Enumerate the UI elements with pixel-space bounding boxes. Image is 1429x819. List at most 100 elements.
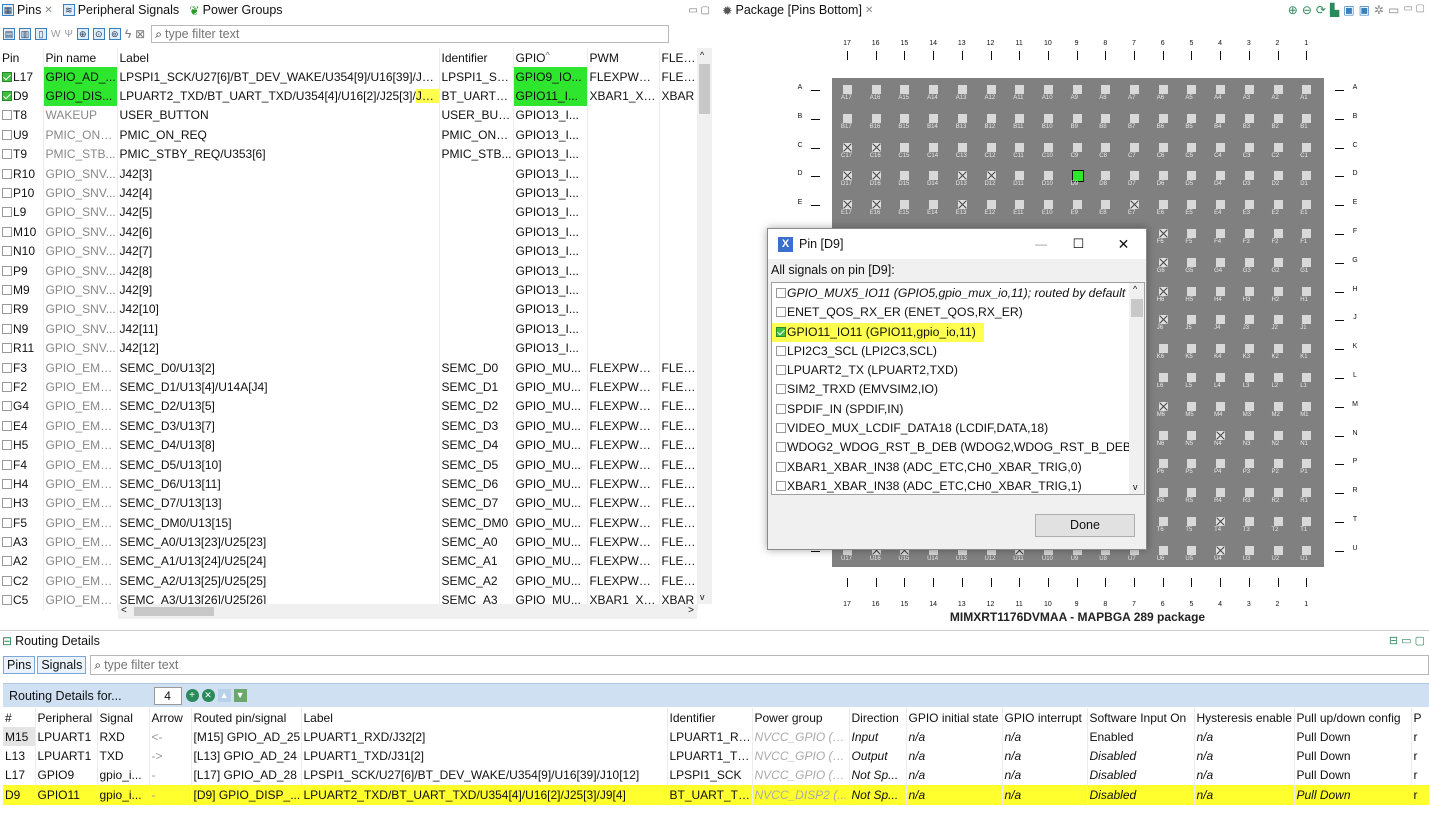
pins-row[interactable]: L17 GPIO_AD_... LPSPI1_SCK/U27[6]/BT_DEV_W… <box>0 67 698 87</box>
dialog-maximize-icon[interactable]: ☐ <box>1056 236 1101 252</box>
routing-col[interactable]: Signal <box>97 708 150 727</box>
close-icon[interactable]: ✕ <box>44 5 52 16</box>
minimize-maximize-icon[interactable]: ▭ ▢ <box>688 5 716 16</box>
pin-checkbox[interactable] <box>2 595 12 606</box>
pins-row[interactable]: H4 GPIO_EMC... SEMC_D6/U13[11] SEMC_D6 GPIO_… <box>0 474 698 494</box>
col-pin-name[interactable]: Pin name <box>43 48 118 67</box>
routing-col[interactable]: Peripheral <box>35 708 98 727</box>
routing-col[interactable]: Label <box>301 708 668 727</box>
routing-row[interactable]: M15 LPUART1 RXD <- [M15] GPIO_AD_25 LPUART1_R… <box>3 727 1429 747</box>
signal-item[interactable]: LPUART2_TX (LPUART2,TXD) <box>772 361 1144 380</box>
signal-item[interactable]: ENET_QOS_RX_ER (ENET_QOS,RX_ER) <box>772 303 1144 322</box>
pins-row[interactable]: D9 GPIO_DIS... LPUART2_TXD/BT_UART_TXD/U35… <box>0 86 698 106</box>
close-icon[interactable]: ✕ <box>865 5 873 16</box>
refresh-icon[interactable]: ⟳ <box>1316 3 1326 17</box>
settings-icon[interactable]: ✲ <box>1374 3 1384 17</box>
pins-filter[interactable]: ⌕ <box>151 25 670 43</box>
signal-checkbox[interactable] <box>776 288 786 298</box>
pins-filter-input[interactable] <box>164 27 645 41</box>
pins-row[interactable]: H3 GPIO_EMC... SEMC_D7/U13[13] SEMC_D7 GPIO_… <box>0 493 698 513</box>
routing-row[interactable]: L17 GPIO9 gpio_i... - [L17] GPIO_AD_28 LPSPI1… <box>3 765 1429 786</box>
signal-checkbox[interactable] <box>776 384 786 395</box>
columns-icon[interactable]: ▯ <box>35 28 47 40</box>
routing-col[interactable]: GPIO initial state <box>906 708 1003 727</box>
pin-checkbox[interactable] <box>2 226 12 237</box>
signal-checkbox[interactable] <box>776 365 786 376</box>
routing-col[interactable]: Hysteresis enable <box>1194 708 1295 727</box>
pins-row[interactable]: F4 GPIO_EMC... SEMC_D5/U13[10] SEMC_D5 GPIO_… <box>0 454 698 475</box>
pin-checkbox[interactable] <box>2 478 12 489</box>
pin-checkbox[interactable] <box>2 556 12 567</box>
route-next-icon[interactable]: ⊙ <box>92 28 105 40</box>
pins-row[interactable]: R9 GPIO_SNV... J42[10] GPIO13_I... <box>0 299 698 320</box>
collapse-icon[interactable]: ▥ <box>19 28 31 40</box>
dialog-close-icon[interactable]: ✕ <box>1101 236 1146 253</box>
col-pin[interactable]: Pin <box>0 48 44 67</box>
pins-row[interactable]: E4 GPIO_EMC... SEMC_D3/U13[7] SEMC_D3 GPIO_M… <box>0 416 698 436</box>
pin-checkbox[interactable] <box>2 110 12 121</box>
signal-checkbox[interactable] <box>776 307 786 318</box>
routing-filter[interactable]: ⌕ <box>90 655 1429 675</box>
col-label[interactable]: Label <box>117 48 440 67</box>
signals-scrollbar[interactable]: ^ v <box>1129 283 1144 494</box>
pin-checkbox[interactable] <box>2 304 12 315</box>
pins-row[interactable]: P9 GPIO_SNV... J42[8] GPIO13_I... <box>0 260 698 281</box>
signal-checkbox[interactable] <box>776 423 786 434</box>
add-icon[interactable]: + <box>185 689 199 702</box>
signal-checkbox[interactable] <box>776 326 786 337</box>
pins-row[interactable]: F3 GPIO_EMC... SEMC_D0/U13[2] SEMC_D0 GPIO_M… <box>0 357 698 378</box>
route-all-icon[interactable]: ⊚ <box>108 28 121 40</box>
col-flexio[interactable]: FLEXI( <box>659 48 698 67</box>
scroll-down-icon[interactable]: v <box>700 592 705 602</box>
hscroll-thumb[interactable] <box>134 607 214 616</box>
pin-checkbox[interactable] <box>2 381 12 392</box>
col-identifier[interactable]: Identifier <box>439 48 514 67</box>
pin-checkbox[interactable] <box>2 323 12 334</box>
pins-row[interactable]: R10 GPIO_SNV... J42[3] GPIO13_I... <box>0 163 698 184</box>
signal-item[interactable]: WDOG2_WDOG_RST_B_DEB (WDOG2,WDOG_RST_B_D… <box>772 438 1144 457</box>
routing-col[interactable]: P <box>1411 708 1429 727</box>
signal-item[interactable]: XBAR1_XBAR_IN38 (ADC_ETC,CH0_XBAR_TRIG,1… <box>772 477 1144 494</box>
move-down-icon[interactable]: ▼ <box>233 689 247 702</box>
dialog-minimize-icon[interactable]: — <box>1026 237 1056 251</box>
minimize-maximize-icon[interactable]: ⊟ ▭ ▢ <box>1389 634 1429 647</box>
pin-checkbox[interactable] <box>2 246 12 257</box>
signal-item[interactable]: SIM2_TRXD (EMVSIM2,IO) <box>772 380 1144 399</box>
pins-vertical-scrollbar[interactable]: ^ v <box>697 48 712 604</box>
done-button[interactable]: Done <box>1035 514 1135 537</box>
pin-checkbox[interactable] <box>2 188 12 199</box>
scroll-right-icon[interactable]: > <box>688 605 694 616</box>
pins-row[interactable]: M9 GPIO_SNV... J42[9] GPIO13_I... <box>0 280 698 300</box>
signal-checkbox[interactable] <box>776 480 786 491</box>
routing-col[interactable]: # <box>3 708 36 727</box>
pins-row[interactable]: U9 PMIC_ON_... PMIC_ON_REQ PMIC_ON_... GPIO1… <box>0 125 698 145</box>
filter-w-icon[interactable]: W <box>51 29 60 40</box>
signal-item[interactable]: XBAR1_XBAR_IN38 (ADC_ETC,CH0_XBAR_TRIG,0… <box>772 458 1144 477</box>
tab-pins[interactable]: ▦ Pins ✕ <box>2 3 53 17</box>
pin-checkbox[interactable] <box>2 207 12 218</box>
routing-row[interactable]: D9 GPIO11 gpio_i... - [D9] GPIO_DISP_... LPUA… <box>3 785 1429 805</box>
pins-row[interactable]: F2 GPIO_EMC... SEMC_D1/U13[4]/U14A[J4] SEMC… <box>0 377 698 397</box>
pins-row[interactable]: P10 GPIO_SNV... J42[4] GPIO13_I... <box>0 183 698 203</box>
routing-col[interactable]: Routed pin/signal <box>191 708 302 727</box>
signal-item[interactable]: GPIO_MUX5_IO11 (GPIO5,gpio_mux_io,11); r… <box>772 284 1144 303</box>
pins-row[interactable]: A2 GPIO_EMC... SEMC_A1/U13[24]/U25[24] SEMC… <box>0 551 698 572</box>
pins-row[interactable]: T8 WAKEUP USER_BUTTON USER_BUT... GPIO13_I..… <box>0 105 698 126</box>
scroll-down-icon[interactable]: v <box>1133 482 1138 492</box>
routing-col[interactable]: Direction <box>849 708 907 727</box>
signal-item[interactable]: LPI2C3_SCL (LPI2C3,SCL) <box>772 342 1144 361</box>
filter-pp-icon[interactable]: Ψ <box>64 29 72 40</box>
pins-row[interactable]: F5 GPIO_EMC... SEMC_DM0/U13[15] SEMC_DM0 GPI… <box>0 512 698 533</box>
routing-col[interactable]: GPIO interrupt <box>1002 708 1088 727</box>
col-pwm[interactable]: PWM <box>587 48 660 67</box>
tab-package[interactable]: ✹ Package [Pins Bottom] ✕ <box>722 3 873 18</box>
routing-signals-button[interactable]: Signals <box>37 656 87 674</box>
pins-row[interactable]: G4 GPIO_EMC... SEMC_D2/U13[5] SEMC_D2 GPIO_M… <box>0 396 698 417</box>
pin-checkbox[interactable] <box>2 420 12 431</box>
route-icon[interactable]: ⊕ <box>76 28 89 40</box>
pins-row[interactable]: R11 GPIO_SNV... J42[12] GPIO13_I... <box>0 338 698 358</box>
pin-checkbox[interactable] <box>2 149 12 160</box>
signal-item[interactable]: VIDEO_MUX_LCDIF_DATA18 (LCDIF,DATA,18) <box>772 419 1144 438</box>
pin-checkbox[interactable] <box>2 343 12 354</box>
pins-horizontal-scrollbar[interactable]: < > <box>118 604 697 619</box>
